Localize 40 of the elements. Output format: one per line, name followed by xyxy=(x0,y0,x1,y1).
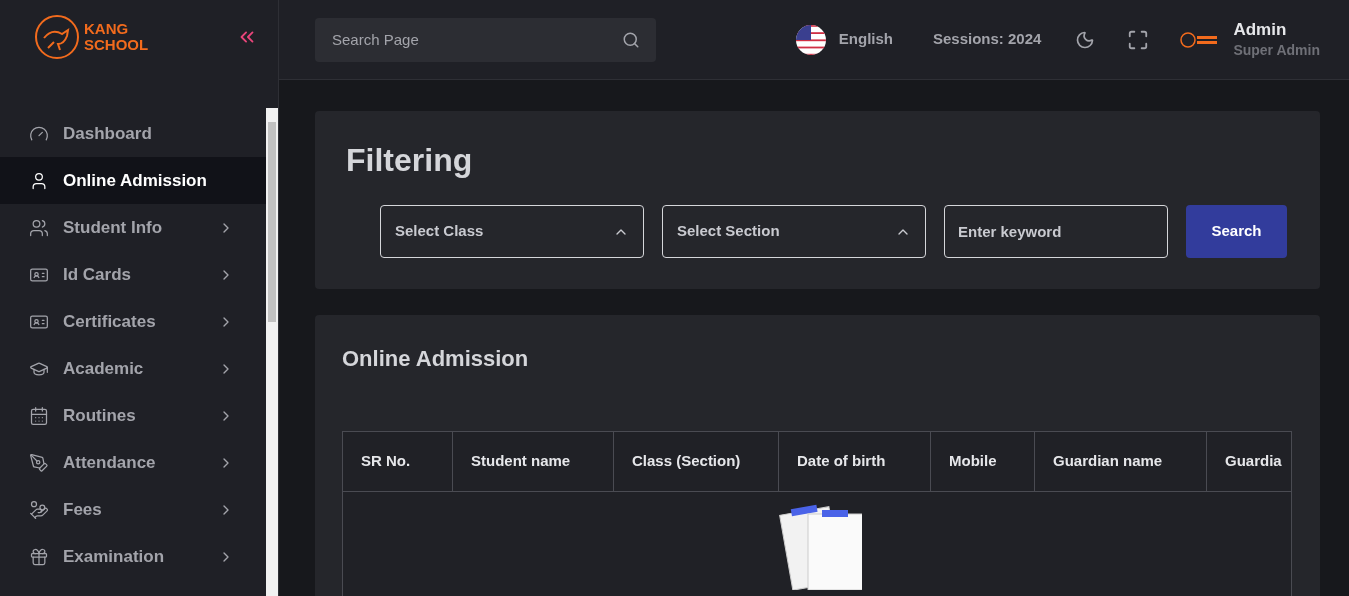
brand-name: SCHOOL xyxy=(84,37,149,53)
filter-title: Filtering xyxy=(346,141,474,179)
hand-coin-icon xyxy=(29,499,49,520)
sidebar-item[interactable]: Routines xyxy=(0,392,266,439)
scrollbar[interactable] xyxy=(266,108,278,596)
column-header: Class (Section) xyxy=(614,432,779,491)
sidebar-item[interactable]: Academic xyxy=(0,345,266,392)
brand-name: KANG xyxy=(84,21,130,37)
column-header: Student name xyxy=(453,432,614,491)
table-title: Online Admission xyxy=(342,345,530,373)
session-label: Sessions: 2024 xyxy=(933,29,1042,50)
user-role: Super Admin xyxy=(1233,40,1320,60)
search-icon xyxy=(622,30,640,49)
sidebar-item[interactable]: Id Cards xyxy=(0,251,266,298)
calendar-icon xyxy=(29,405,49,426)
column-header: Guardia xyxy=(1224,451,1283,472)
section-select[interactable]: Select Section xyxy=(662,205,926,258)
column-header: Guardian name xyxy=(1035,432,1207,491)
us-flag-icon[interactable] xyxy=(795,24,826,55)
sidebar-item[interactable]: Fees xyxy=(0,486,266,533)
sidebar-item[interactable]: Attendance xyxy=(0,439,266,486)
moon-icon[interactable] xyxy=(1075,29,1096,50)
class-select[interactable]: Select Class xyxy=(380,205,644,258)
sidebar-item[interactable]: Online Admission xyxy=(0,157,266,204)
column-header: Mobile xyxy=(931,432,1035,491)
search-field[interactable]: Search Page xyxy=(315,17,656,62)
sidebar-item[interactable]: Dashboard xyxy=(0,110,266,157)
column-header: Date of birth xyxy=(779,432,931,491)
sidebar-item[interactable]: Examination xyxy=(0,533,266,580)
column-header: SR No. xyxy=(343,432,453,491)
sidebar-item[interactable]: Certificates xyxy=(0,298,266,345)
sidebar-item[interactable]: Student Info xyxy=(0,204,266,251)
pen-icon xyxy=(29,452,49,473)
keyword-field[interactable]: Enter keyword xyxy=(944,205,1168,258)
gift-icon xyxy=(29,546,49,567)
search-button[interactable]: Search xyxy=(1186,205,1287,258)
users-icon xyxy=(29,217,49,238)
user-name: Admin xyxy=(1233,19,1288,40)
fullscreen-icon[interactable] xyxy=(1127,28,1150,51)
language-label[interactable]: English xyxy=(838,28,893,51)
